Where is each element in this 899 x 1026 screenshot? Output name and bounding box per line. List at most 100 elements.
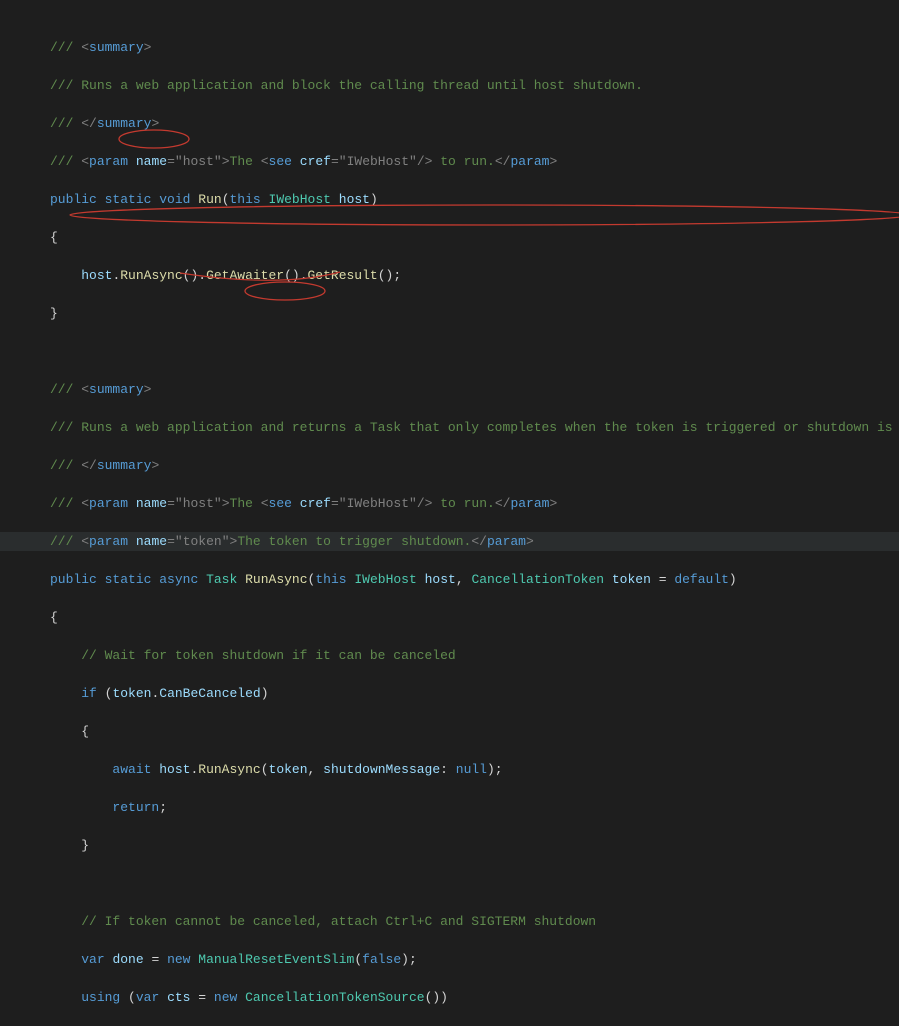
- xml-comment-text: to run.: [432, 154, 494, 169]
- named-param: shutdownMessage: [323, 762, 440, 777]
- code-line[interactable]: /// </summary>: [0, 114, 899, 133]
- type-name: CancellationTokenSource: [245, 990, 424, 1005]
- method-name: RunAsync: [198, 762, 260, 777]
- identifier: host: [159, 762, 190, 777]
- code-line[interactable]: /// Runs a web application and returns a…: [0, 418, 899, 437]
- identifier: host: [81, 268, 112, 283]
- xml-tag: summary: [97, 458, 152, 473]
- xml-tag: see: [269, 154, 292, 169]
- keyword: await: [112, 762, 151, 777]
- keyword: null: [456, 762, 487, 777]
- code-line[interactable]: /// <param name="host">The <see cref="IW…: [0, 152, 899, 171]
- xml-tag: param: [510, 496, 549, 511]
- xml-comment-text: The: [230, 496, 261, 511]
- type-name: IWebHost: [354, 572, 416, 587]
- code-line[interactable]: [0, 874, 899, 893]
- keyword: if: [81, 686, 97, 701]
- code-line[interactable]: {: [0, 608, 899, 627]
- xml-tag: param: [487, 534, 526, 549]
- xml-attr: name: [136, 154, 167, 169]
- type-name: Task: [206, 572, 237, 587]
- xml-attr: cref: [300, 496, 331, 511]
- method-name: Run: [198, 192, 221, 207]
- keyword: false: [362, 952, 401, 967]
- code-line[interactable]: var done = new ManualResetEventSlim(fals…: [0, 950, 899, 969]
- code-line[interactable]: {: [0, 722, 899, 741]
- xml-tag: summary: [89, 40, 144, 55]
- code-line[interactable]: using (var cts = new CancellationTokenSo…: [0, 988, 899, 1007]
- keyword: public: [50, 572, 97, 587]
- xml-tag: param: [89, 534, 128, 549]
- code-line[interactable]: [0, 0, 899, 19]
- code-line[interactable]: }: [0, 836, 899, 855]
- keyword: return: [112, 800, 159, 815]
- code-line[interactable]: /// </summary>: [0, 456, 899, 475]
- method-name: RunAsync: [120, 268, 182, 283]
- code-line[interactable]: /// Runs a web application and block the…: [0, 76, 899, 95]
- xml-attr: name: [136, 496, 167, 511]
- keyword: public: [50, 192, 97, 207]
- code-line[interactable]: [0, 342, 899, 361]
- keyword: this: [315, 572, 346, 587]
- xml-tag: summary: [97, 116, 152, 131]
- code-line[interactable]: return;: [0, 798, 899, 817]
- xml-comment-text: The: [230, 154, 261, 169]
- type-name: CancellationToken: [471, 572, 604, 587]
- xml-tag: summary: [89, 382, 144, 397]
- code-line[interactable]: host.RunAsync().GetAwaiter().GetResult()…: [0, 266, 899, 285]
- code-line[interactable]: }: [0, 304, 899, 323]
- keyword: var: [136, 990, 159, 1005]
- keyword: new: [167, 952, 190, 967]
- code-line[interactable]: // Wait for token shutdown if it can be …: [0, 646, 899, 665]
- type-name: ManualResetEventSlim: [198, 952, 354, 967]
- code-editor[interactable]: /// <summary> /// Runs a web application…: [0, 0, 899, 1026]
- comment: // Wait for token shutdown if it can be …: [81, 648, 455, 663]
- xml-comment-text: Runs a web application and block the cal…: [81, 78, 643, 93]
- code-line-active[interactable]: /// <param name="token">The token to tri…: [0, 532, 899, 551]
- code-line[interactable]: await host.RunAsync(token, shutdownMessa…: [0, 760, 899, 779]
- code-line[interactable]: // If token cannot be canceled, attach C…: [0, 912, 899, 931]
- xml-tag: param: [89, 154, 128, 169]
- identifier: token: [269, 762, 308, 777]
- identifier: cts: [167, 990, 190, 1005]
- xml-comment-text: Runs a web application and returns a Tas…: [81, 420, 899, 435]
- keyword: static: [105, 572, 152, 587]
- code-line[interactable]: /// <summary>: [0, 380, 899, 399]
- attr-value: "token": [175, 534, 230, 549]
- param-name: host: [339, 192, 370, 207]
- identifier: CanBeCanceled: [159, 686, 260, 701]
- keyword: this: [230, 192, 261, 207]
- xml-attr: cref: [300, 154, 331, 169]
- param-name: token: [612, 572, 651, 587]
- code-line[interactable]: /// <summary>: [0, 38, 899, 57]
- keyword: new: [214, 990, 237, 1005]
- code-line[interactable]: {: [0, 228, 899, 247]
- attr-value: "host": [175, 496, 222, 511]
- xml-tag: see: [269, 496, 292, 511]
- identifier: token: [112, 686, 151, 701]
- code-line[interactable]: public static async Task RunAsync(this I…: [0, 570, 899, 589]
- method-name: GetResult: [308, 268, 378, 283]
- identifier: done: [112, 952, 143, 967]
- comment: // If token cannot be canceled, attach C…: [81, 914, 596, 929]
- xml-comment-text: The token to trigger shutdown.: [237, 534, 471, 549]
- xml-attr: name: [136, 534, 167, 549]
- type-name: IWebHost: [269, 192, 331, 207]
- param-name: host: [425, 572, 456, 587]
- method-name: RunAsync: [245, 572, 307, 587]
- xml-comment-text: to run.: [432, 496, 494, 511]
- attr-value: "IWebHost": [339, 496, 417, 511]
- keyword: static: [105, 192, 152, 207]
- method-name: GetAwaiter: [206, 268, 284, 283]
- xml-tag: param: [510, 154, 549, 169]
- code-line[interactable]: public static void Run(this IWebHost hos…: [0, 190, 899, 209]
- keyword: async: [159, 572, 198, 587]
- xml-tag: param: [89, 496, 128, 511]
- keyword: var: [81, 952, 104, 967]
- code-line[interactable]: if (token.CanBeCanceled): [0, 684, 899, 703]
- code-line[interactable]: /// <param name="host">The <see cref="IW…: [0, 494, 899, 513]
- keyword: using: [81, 990, 120, 1005]
- keyword: default: [674, 572, 729, 587]
- attr-value: "IWebHost": [339, 154, 417, 169]
- attr-value: "host": [175, 154, 222, 169]
